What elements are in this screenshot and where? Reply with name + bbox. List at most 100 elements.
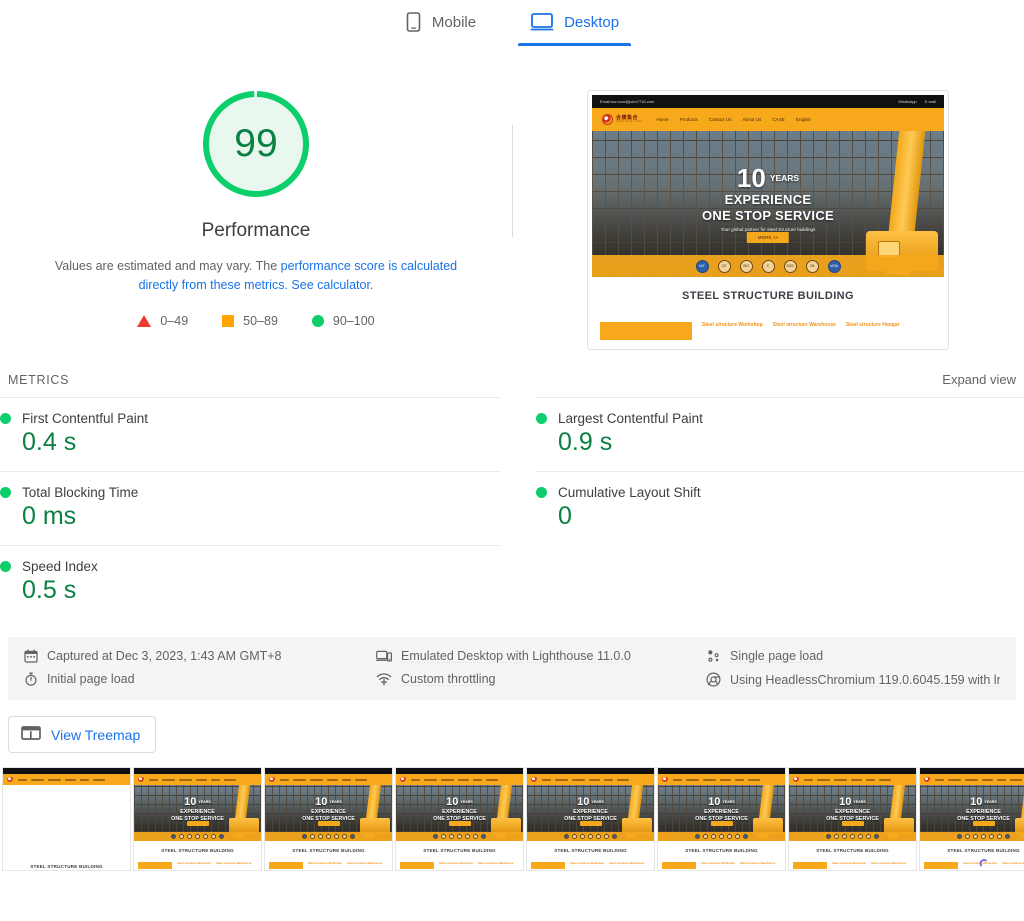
metric-value: 0 (558, 502, 1024, 531)
treemap-icon (21, 725, 41, 744)
cert-badge-icon (735, 834, 740, 839)
frame-nav-link (997, 779, 1006, 781)
tab-desktop[interactable]: Desktop (522, 6, 627, 46)
frame-nav-link (93, 779, 105, 781)
frame-hero-years: YEARS (329, 801, 341, 805)
frame-hero-number: 10 (708, 797, 720, 808)
mini-nav-item-products: Products (680, 117, 698, 122)
mini-hero-experience: EXPERIENCE (592, 192, 944, 207)
env-throttling-text[interactable]: Custom throttling (401, 672, 495, 686)
frame-title: STEEL STRUCTURE BUILDING (134, 841, 261, 853)
cert-badge-sgs: SGS (784, 260, 797, 273)
env-emulation-text[interactable]: Emulated Desktop with Lighthouse 11.0.0 (401, 649, 631, 663)
environment-bar: Captured at Dec 3, 2023, 1:43 AM GMT+8 I… (8, 637, 1016, 700)
filmstrip-frame[interactable]: 10YEARS EXPERIENCE ONE STOP SERVICE STEE… (919, 767, 1024, 871)
frame-nav-link (424, 779, 437, 781)
final-screenshot-column: Email:sun.sun@john7718.com WhatsApp E-ma… (512, 88, 1024, 350)
metrics-column-right: Largest Contentful Paint 0.9 s Cumulativ… (512, 397, 1024, 623)
frame-products: Steel structure Workshop Steel structure… (920, 853, 1024, 869)
metric-largest-contentful-paint[interactable]: Largest Contentful Paint 0.9 s (536, 397, 1024, 471)
cert-badge-icon (219, 834, 224, 839)
cert-badge-icon (695, 834, 700, 839)
env-single-page-load[interactable]: Single page load (706, 649, 1000, 663)
filmstrip-frame[interactable]: STEEL STRUCTURE BUILDING Steel structure… (2, 767, 131, 871)
frame-logo-icon (138, 777, 145, 782)
cert-badge-icon (981, 834, 986, 839)
cert-badge-icon (842, 834, 847, 839)
legend-item-average: 50–89 (222, 314, 278, 328)
frame-logo-icon (531, 777, 538, 782)
cert-badge-icon (588, 834, 593, 839)
frame-nav-link (327, 779, 338, 781)
expand-view-link[interactable]: Expand view (942, 372, 1016, 387)
metric-speed-index[interactable]: Speed Index 0.5 s (0, 545, 500, 619)
cert-badge-icon (874, 834, 879, 839)
cert-badge-icon (703, 834, 708, 839)
metric-first-contentful-paint[interactable]: First Contentful Paint 0.4 s (0, 397, 500, 471)
env-throttling[interactable]: Custom throttling (376, 672, 706, 686)
view-treemap-button[interactable]: View Treemap (8, 716, 156, 753)
frame-hero-text: 10YEARS EXPERIENCE ONE STOP SERVICE (396, 797, 523, 822)
cert-badge-icon (965, 834, 970, 839)
frame-products: Steel structure Workshop Steel structure… (658, 853, 785, 869)
frame-nav-link (948, 779, 961, 781)
see-calculator-link[interactable]: See calculator. (291, 278, 373, 292)
frame-nav-link (935, 779, 944, 781)
frame-title: STEEL STRUCTURE BUILDING (3, 857, 130, 869)
frame-hero: 10YEARS EXPERIENCE ONE STOP SERVICE (134, 785, 261, 841)
cert-badge-iaf: IAF (696, 260, 709, 273)
chrome-icon (706, 672, 721, 687)
mini-cert-badges: IAF CE ISO C SGS CB VISA (592, 255, 944, 277)
filmstrip-frame[interactable]: 10YEARS EXPERIENCE ONE STOP SERVICE STEE… (133, 767, 262, 871)
vertical-divider (512, 125, 513, 237)
cert-badge-icon (612, 834, 617, 839)
frame-product-label: Steel structure Warehouse (478, 862, 513, 866)
env-emulation[interactable]: Emulated Desktop with Lighthouse 11.0.0 (376, 649, 706, 663)
frame-hero-number: 10 (446, 797, 458, 808)
frame-nav-link (673, 779, 682, 781)
status-dot-pass-icon (0, 487, 11, 498)
env-single-page-load-text[interactable]: Single page load (730, 649, 823, 663)
frame-hero-cta (187, 821, 209, 826)
filmstrip-frame[interactable]: 10YEARS EXPERIENCE ONE STOP SERVICE STEE… (264, 767, 393, 871)
frame-nav-link (572, 779, 585, 781)
metric-value: 0 ms (22, 502, 500, 531)
metric-cumulative-layout-shift[interactable]: Cumulative Layout Shift 0 (536, 471, 1024, 545)
mini-product-label-hangar: Steel structure Hangar (846, 322, 900, 329)
frame-nav-link (834, 779, 847, 781)
cert-badge-icon (989, 834, 994, 839)
performance-gauge: 99 (200, 88, 312, 200)
filmstrip-frame[interactable]: 10YEARS EXPERIENCE ONE STOP SERVICE STEE… (526, 767, 655, 871)
env-captured-at-text: Captured at Dec 3, 2023, 1:43 AM GMT+8 (47, 649, 282, 663)
desktop-icon (530, 12, 554, 32)
filmstrip-frame[interactable]: 10YEARS EXPERIENCE ONE STOP SERVICE STEE… (788, 767, 917, 871)
network-icon (376, 672, 392, 686)
frame-nav (789, 774, 916, 785)
frame-nav-link (473, 779, 482, 781)
frame-certs (134, 832, 261, 841)
frame-hero-experience: EXPERIENCE (658, 809, 785, 815)
frame-product-label: Steel structure Warehouse (740, 862, 775, 866)
mini-hero-text: 10 YEARS EXPERIENCE ONE STOP SERVICE You… (592, 165, 944, 232)
cert-badge-icon (596, 834, 601, 839)
cert-badge-icon (350, 834, 355, 839)
metric-total-blocking-time[interactable]: Total Blocking Time 0 ms (0, 471, 500, 545)
frame-certs (789, 832, 916, 841)
nodes-icon (706, 649, 721, 663)
frame-nav-link (149, 779, 158, 781)
cert-badge-icon (195, 834, 200, 839)
mini-nav-item-language: English (796, 117, 811, 122)
filmstrip-frame[interactable]: 10YEARS EXPERIENCE ONE STOP SERVICE STEE… (395, 767, 524, 871)
tab-mobile[interactable]: Mobile (397, 6, 484, 46)
frame-nav-link (162, 779, 175, 781)
loading-spinner-icon (979, 859, 988, 868)
cert-badge-icon (203, 834, 208, 839)
environment-column-capture: Captured at Dec 3, 2023, 1:43 AM GMT+8 I… (24, 649, 376, 687)
env-user-agent-text[interactable]: Using HeadlessChromium 119.0.6045.159 wi… (730, 673, 1000, 687)
cert-badge-iso: ISO (740, 260, 753, 273)
filmstrip-frame[interactable]: 10YEARS EXPERIENCE ONE STOP SERVICE STEE… (657, 767, 786, 871)
env-user-agent[interactable]: Using HeadlessChromium 119.0.6045.159 wi… (706, 672, 1000, 687)
metrics-grid: First Contentful Paint 0.4 s Total Block… (0, 397, 1024, 623)
cert-badge-icon (858, 834, 863, 839)
frame-certs (265, 832, 392, 841)
